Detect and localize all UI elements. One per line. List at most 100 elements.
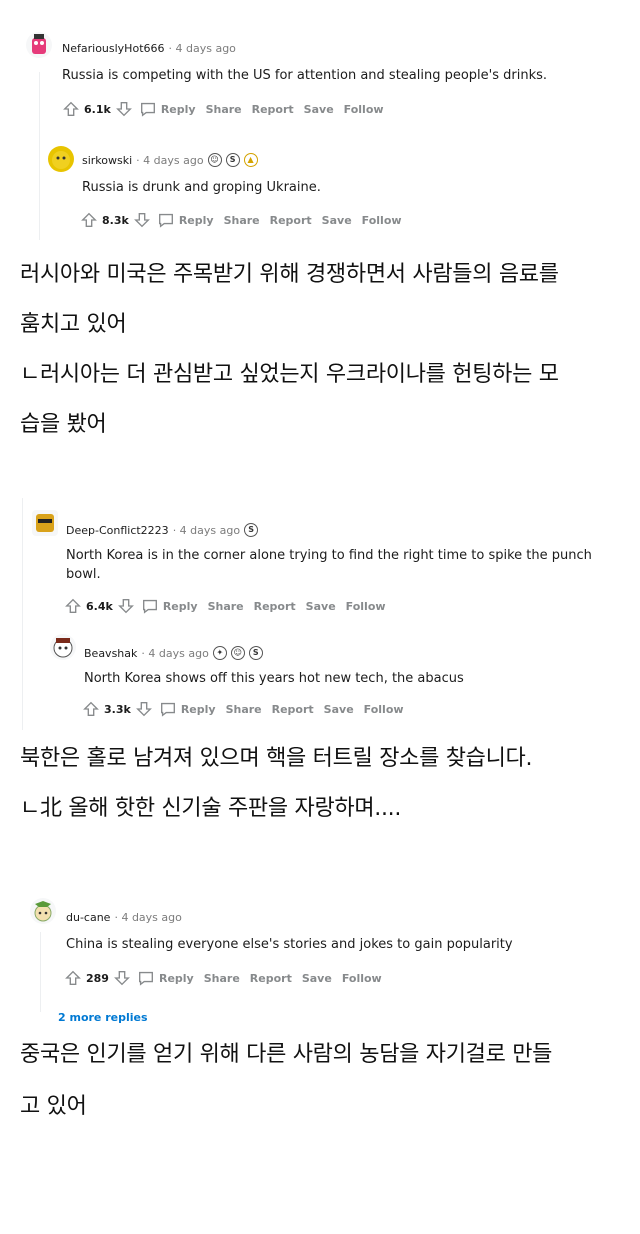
comment-meta: sirkowski · 4 days ago ☺ S ▲ <box>82 153 258 167</box>
more-replies-link[interactable]: 2 more replies <box>58 1011 148 1024</box>
username[interactable]: Deep-Conflict2223 <box>66 524 169 537</box>
timestamp[interactable]: · 4 days ago <box>114 911 181 924</box>
report-button[interactable]: Report <box>270 214 312 227</box>
timestamp[interactable]: · 4 days ago <box>173 524 240 537</box>
reply-icon[interactable] <box>141 597 159 615</box>
avatar[interactable] <box>26 32 52 58</box>
comment-meta: Deep-Conflict2223 · 4 days ago S <box>66 523 259 537</box>
save-button[interactable]: Save <box>304 103 334 116</box>
avatar-icon <box>53 638 73 658</box>
thread-line <box>39 72 40 240</box>
score: 6.1k <box>84 102 111 116</box>
reply-button[interactable]: Reply <box>181 703 216 716</box>
avatar-icon <box>32 34 46 54</box>
award-icon[interactable]: ☺ <box>207 153 222 167</box>
comment-body: China is stealing everyone else's storie… <box>66 937 513 952</box>
downvote-icon[interactable] <box>117 597 135 615</box>
save-button[interactable]: Save <box>306 600 336 613</box>
translation-text: 훔치고 있어 <box>20 312 127 337</box>
upvote-icon[interactable] <box>62 100 80 118</box>
save-button[interactable]: Save <box>324 703 354 716</box>
score: 289 <box>86 971 109 985</box>
share-button[interactable]: Share <box>224 214 260 227</box>
comment-body: North Korea is in the corner alone tryin… <box>66 548 592 563</box>
translation-text: 고 있어 <box>20 1094 87 1119</box>
reply-button[interactable]: Reply <box>159 972 194 985</box>
timestamp[interactable]: · 4 days ago <box>169 42 236 55</box>
comment-actions: 289 Reply Share Report Save Follow <box>64 969 382 987</box>
avatar-icon <box>34 901 52 922</box>
save-button[interactable]: Save <box>322 214 352 227</box>
timestamp[interactable]: · 4 days ago <box>141 647 208 660</box>
reply-icon[interactable] <box>139 100 157 118</box>
avatar[interactable] <box>50 634 76 660</box>
translation-text: ㄴ러시아는 더 관심받고 싶었는지 우크라이나를 헌팅하는 모 <box>20 362 559 387</box>
reply-button[interactable]: Reply <box>163 600 198 613</box>
downvote-icon[interactable] <box>135 700 153 718</box>
upvote-icon[interactable] <box>82 700 100 718</box>
comment-meta: NefariouslyHot666 · 4 days ago <box>62 42 236 55</box>
translation-text: 중국은 인기를 얻기 위해 다른 사람의 농담을 자기걸로 만들 <box>20 1042 553 1067</box>
score: 8.3k <box>102 213 129 227</box>
comment-actions: 6.1k Reply Share Report Save Follow <box>62 100 384 118</box>
report-button[interactable]: Report <box>254 600 296 613</box>
avatar[interactable] <box>30 898 56 924</box>
silver-award-icon[interactable]: S <box>248 646 263 660</box>
share-button[interactable]: Share <box>206 103 242 116</box>
reply-button[interactable]: Reply <box>161 103 196 116</box>
comment-body: Russia is competing with the US for atte… <box>62 68 548 83</box>
follow-button[interactable]: Follow <box>346 600 386 613</box>
comment-meta: du-cane · 4 days ago <box>66 911 182 924</box>
timestamp[interactable]: · 4 days ago <box>136 154 203 167</box>
avatar-icon <box>52 151 70 169</box>
share-button[interactable]: Share <box>204 972 240 985</box>
username[interactable]: sirkowski <box>82 154 132 167</box>
reply-icon[interactable] <box>137 969 155 987</box>
downvote-icon[interactable] <box>133 211 151 229</box>
username[interactable]: du-cane <box>66 911 110 924</box>
share-button[interactable]: Share <box>208 600 244 613</box>
translation-text: 러시아와 미국은 주목받기 위해 경쟁하면서 사람들의 음료를 <box>20 262 559 287</box>
translation-text: 북한은 홀로 남겨져 있으며 핵을 터트릴 장소를 찾습니다. <box>20 746 533 771</box>
downvote-icon[interactable] <box>115 100 133 118</box>
downvote-icon[interactable] <box>113 969 131 987</box>
thread-line <box>22 498 23 730</box>
upvote-icon[interactable] <box>64 969 82 987</box>
translation-text: 습을 봤어 <box>20 412 107 437</box>
comment-actions: 3.3k Reply Share Report Save Follow <box>82 700 404 718</box>
follow-button[interactable]: Follow <box>342 972 382 985</box>
avatar[interactable] <box>32 510 58 536</box>
follow-button[interactable]: Follow <box>344 103 384 116</box>
score: 6.4k <box>86 599 113 613</box>
reply-icon[interactable] <box>159 700 177 718</box>
comment-body: bowl. <box>66 567 101 582</box>
follow-button[interactable]: Follow <box>364 703 404 716</box>
reply-icon[interactable] <box>157 211 175 229</box>
comment-body: Russia is drunk and groping Ukraine. <box>82 180 321 195</box>
report-button[interactable]: Report <box>252 103 294 116</box>
follow-button[interactable]: Follow <box>362 214 402 227</box>
thread-line <box>40 932 41 1012</box>
award-icon[interactable]: ✦ <box>212 646 227 660</box>
share-button[interactable]: Share <box>226 703 262 716</box>
upvote-icon[interactable] <box>80 211 98 229</box>
avatar[interactable] <box>48 146 74 172</box>
translation-text: ㄴ北 올해 핫한 신기술 주판을 자랑하며.... <box>20 796 402 821</box>
username[interactable]: NefariouslyHot666 <box>62 42 165 55</box>
report-button[interactable]: Report <box>250 972 292 985</box>
upvote-icon[interactable] <box>64 597 82 615</box>
score: 3.3k <box>104 702 131 716</box>
save-button[interactable]: Save <box>302 972 332 985</box>
comment-body: North Korea shows off this years hot new… <box>84 671 464 686</box>
silver-award-icon[interactable]: S <box>225 153 240 167</box>
award-icon[interactable]: ☺ <box>230 646 245 660</box>
report-button[interactable]: Report <box>272 703 314 716</box>
avatar-icon <box>36 514 54 532</box>
username[interactable]: Beavshak <box>84 647 137 660</box>
silver-award-icon[interactable]: S <box>244 523 259 537</box>
comment-actions: 8.3k Reply Share Report Save Follow <box>80 211 402 229</box>
reply-button[interactable]: Reply <box>179 214 214 227</box>
comment-meta: Beavshak · 4 days ago ✦ ☺ S <box>84 646 263 660</box>
comment-actions: 6.4k Reply Share Report Save Follow <box>64 597 386 615</box>
gold-award-icon[interactable]: ▲ <box>243 153 258 167</box>
